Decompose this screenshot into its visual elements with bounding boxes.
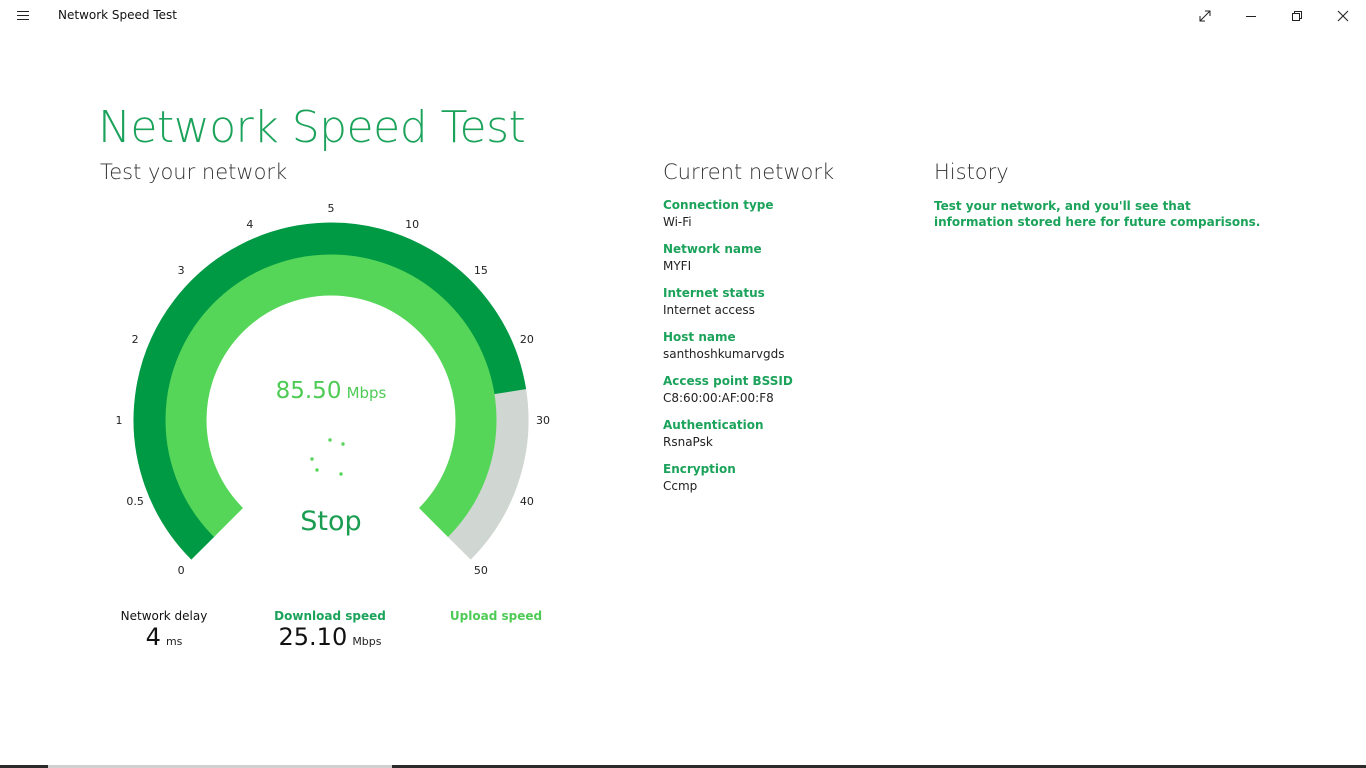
close-icon[interactable]	[1320, 0, 1366, 32]
authentication-value: RsnaPsk	[663, 435, 713, 449]
gauge-scale-label: 3	[178, 264, 185, 277]
network-delay-value: 4	[145, 623, 161, 651]
gauge-scale-label: 5	[328, 202, 335, 215]
download-speed-label: Download speed	[274, 609, 386, 623]
current-speed-unit: Mbps	[346, 384, 387, 402]
authentication-item: Authentication RsnaPsk	[663, 418, 764, 449]
encryption-key: Encryption	[663, 462, 736, 476]
current-speed-readout: 85.50 Mbps	[248, 378, 414, 404]
gauge-scale-label: 40	[520, 495, 534, 508]
access-point-bssid-key: Access point BSSID	[663, 374, 793, 388]
spinner-dot	[310, 457, 314, 461]
network-delay-label: Network delay	[120, 609, 208, 623]
spinner-dot	[328, 438, 332, 442]
upload-speed-metric: Upload speed	[436, 609, 556, 623]
connection-type-value: Wi-Fi	[663, 215, 692, 229]
gauge-scale-label: 50	[474, 564, 488, 577]
gauge-scale-label: 30	[536, 414, 550, 427]
network-name-item: Network name MYFI	[663, 242, 762, 273]
gauge-scale-label: 10	[405, 218, 419, 231]
encryption-value: Ccmp	[663, 479, 698, 493]
network-name-value: MYFI	[663, 259, 692, 273]
gauge-scale-label: 2	[132, 333, 139, 346]
current-network-heading: Current network	[663, 160, 835, 184]
internet-status-item: Internet status Internet access	[663, 286, 765, 317]
host-name-key: Host name	[663, 330, 736, 344]
restore-icon[interactable]	[1274, 0, 1320, 32]
download-speed-metric: Download speed 25.10 Mbps	[270, 609, 390, 651]
network-name-key: Network name	[663, 242, 762, 256]
gauge-scale-label: 4	[246, 218, 253, 231]
authentication-key: Authentication	[663, 418, 764, 432]
gauge-scale-label: 0	[178, 564, 185, 577]
host-name-value: santhoshkumarvgds	[663, 347, 785, 361]
download-speed-value: 25.10	[278, 623, 348, 651]
host-name-item: Host name santhoshkumarvgds	[663, 330, 784, 361]
gauge-scale-label: 20	[520, 333, 534, 346]
spinner-dot	[339, 472, 343, 476]
access-point-bssid-value: C8:60:00:AF:00:F8	[663, 391, 774, 405]
internet-status-key: Internet status	[663, 286, 765, 300]
download-speed-unit: Mbps	[352, 635, 382, 648]
stop-button[interactable]: Stop	[281, 506, 381, 537]
access-point-bssid-item: Access point BSSID C8:60:00:AF:00:F8	[663, 374, 793, 405]
current-speed-value: 85.50	[275, 378, 342, 404]
network-delay-unit: ms	[165, 635, 183, 648]
internet-status-value: Internet access	[663, 303, 755, 317]
gauge-scale-label: 0.5	[126, 495, 144, 508]
encryption-item: Encryption Ccmp	[663, 462, 736, 493]
connection-type-key: Connection type	[663, 198, 774, 212]
network-delay-metric: Network delay 4 ms	[104, 609, 224, 651]
minimize-icon[interactable]	[1228, 0, 1274, 32]
expand-icon[interactable]	[1182, 0, 1228, 32]
gauge-scale-label: 1	[116, 414, 123, 427]
history-message: Test your network, and you'll see that i…	[934, 199, 1261, 229]
upload-speed-label: Upload speed	[449, 609, 543, 623]
spinner-dot	[315, 468, 319, 472]
history-heading: History	[934, 160, 1009, 184]
gauge-scale-label: 15	[474, 264, 488, 277]
spinner-dot	[341, 442, 345, 446]
loading-spinner-icon	[310, 438, 345, 476]
connection-type-item: Connection type Wi-Fi	[663, 198, 774, 229]
